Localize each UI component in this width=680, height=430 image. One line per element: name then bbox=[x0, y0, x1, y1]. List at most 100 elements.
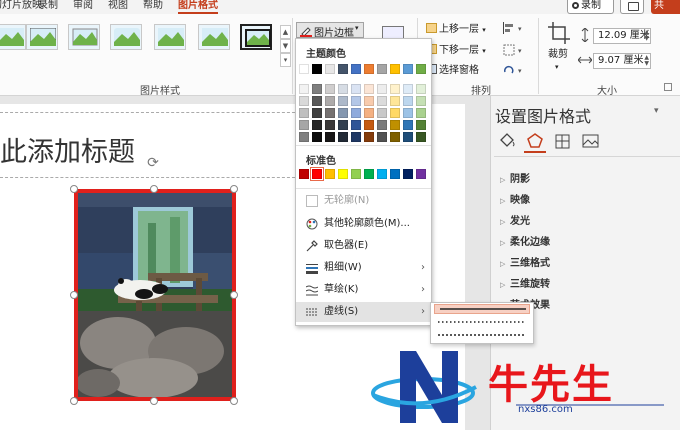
theme-shade-swatch[interactable] bbox=[312, 132, 322, 142]
size-launcher-icon[interactable] bbox=[664, 83, 672, 91]
align-button[interactable]: ▾ bbox=[503, 22, 525, 38]
theme-color-swatch[interactable] bbox=[403, 64, 413, 74]
theme-shade-swatch[interactable] bbox=[351, 84, 361, 94]
theme-shade-swatch[interactable] bbox=[312, 84, 322, 94]
selection-pane-button[interactable]: 选择窗格 bbox=[426, 64, 479, 77]
tab-picture-format[interactable]: 图片格式 bbox=[178, 0, 218, 14]
theme-shade-swatch[interactable] bbox=[403, 108, 413, 118]
eyedropper-item[interactable]: 取色器(E) bbox=[296, 236, 431, 256]
share-button[interactable]: 共 bbox=[651, 0, 680, 14]
theme-shade-swatch[interactable] bbox=[377, 108, 387, 118]
rotate-button[interactable]: ▾ bbox=[503, 64, 525, 80]
theme-shade-swatch[interactable] bbox=[390, 120, 400, 130]
theme-color-swatch[interactable] bbox=[299, 64, 309, 74]
theme-shade-swatch[interactable] bbox=[325, 84, 335, 94]
picture-style-4[interactable] bbox=[110, 24, 142, 50]
crop-icon[interactable] bbox=[548, 22, 570, 44]
height-spinner[interactable]: ▲ ▼ bbox=[644, 30, 649, 42]
tab-view[interactable]: 视图 bbox=[108, 0, 128, 14]
theme-shade-swatch[interactable] bbox=[416, 84, 426, 94]
theme-shade-swatch[interactable] bbox=[377, 132, 387, 142]
theme-shade-swatch[interactable] bbox=[325, 108, 335, 118]
chevron-down-icon[interactable]: ▾ bbox=[555, 61, 559, 73]
resize-handle-top[interactable] bbox=[150, 185, 158, 193]
theme-shade-swatch[interactable] bbox=[338, 120, 348, 130]
resize-handle-bottom-right[interactable] bbox=[230, 397, 238, 405]
theme-shade-swatch[interactable] bbox=[299, 96, 309, 106]
group-objects-button[interactable]: ▾ bbox=[503, 44, 525, 60]
record-button[interactable]: 录制 bbox=[567, 0, 614, 14]
section-glow[interactable]: ▷ 发光 bbox=[500, 212, 530, 227]
section-shadow[interactable]: ▷ 阴影 bbox=[500, 170, 530, 185]
theme-color-swatch[interactable] bbox=[377, 64, 387, 74]
picture-tab[interactable] bbox=[580, 131, 602, 153]
picture-style-7-selected[interactable] bbox=[240, 24, 272, 50]
dashes-item[interactable]: 虚线(S) › bbox=[296, 302, 431, 322]
resize-handle-left[interactable] bbox=[70, 291, 78, 299]
theme-shade-swatch[interactable] bbox=[312, 96, 322, 106]
standard-color-swatch[interactable] bbox=[325, 169, 335, 179]
theme-shade-swatch[interactable] bbox=[312, 120, 322, 130]
gallery-more-icon[interactable]: ▾ bbox=[280, 53, 291, 67]
comments-button[interactable] bbox=[620, 0, 644, 14]
theme-color-swatch[interactable] bbox=[390, 64, 400, 74]
standard-color-swatch[interactable] bbox=[390, 169, 400, 179]
theme-shade-swatch[interactable] bbox=[403, 84, 413, 94]
more-outline-colors-item[interactable]: 其他轮廓颜色(M)... bbox=[296, 214, 431, 234]
standard-color-swatch[interactable] bbox=[299, 169, 309, 179]
size-properties-tab[interactable] bbox=[552, 131, 574, 153]
section-reflection[interactable]: ▷ 映像 bbox=[500, 191, 530, 206]
theme-shade-swatch[interactable] bbox=[416, 120, 426, 130]
theme-shade-swatch[interactable] bbox=[364, 96, 374, 106]
resize-handle-right[interactable] bbox=[230, 291, 238, 299]
theme-shade-swatch[interactable] bbox=[299, 108, 309, 118]
fill-line-tab[interactable] bbox=[496, 131, 518, 153]
section-3d-rotation[interactable]: ▷ 三维旋转 bbox=[500, 275, 550, 290]
theme-color-swatch[interactable] bbox=[325, 64, 335, 74]
theme-shade-swatch[interactable] bbox=[390, 108, 400, 118]
theme-color-swatch[interactable] bbox=[416, 64, 426, 74]
section-soft-edges[interactable]: ▷ 柔化边缘 bbox=[500, 233, 550, 248]
theme-shade-swatch[interactable] bbox=[390, 84, 400, 94]
height-field[interactable]: 12.09 厘米 ▲ ▼ bbox=[593, 28, 651, 44]
tab-review[interactable]: 审阅 bbox=[73, 0, 93, 14]
theme-shade-swatch[interactable] bbox=[351, 120, 361, 130]
theme-shade-swatch[interactable] bbox=[325, 132, 335, 142]
picture-border-button[interactable]: 图片边框 ▾ bbox=[296, 22, 364, 39]
theme-shade-swatch[interactable] bbox=[351, 132, 361, 142]
theme-shade-swatch[interactable] bbox=[338, 108, 348, 118]
theme-shade-swatch[interactable] bbox=[403, 120, 413, 130]
picture-style-6[interactable] bbox=[198, 24, 230, 50]
picture-style-2[interactable] bbox=[26, 24, 58, 50]
standard-color-swatch[interactable] bbox=[416, 169, 426, 179]
sketch-item[interactable]: 草绘(K) › bbox=[296, 280, 431, 300]
theme-color-swatch[interactable] bbox=[364, 64, 374, 74]
theme-shade-swatch[interactable] bbox=[338, 84, 348, 94]
pane-options-icon[interactable]: ▾ bbox=[654, 106, 659, 116]
theme-shade-swatch[interactable] bbox=[312, 108, 322, 118]
theme-shade-swatch[interactable] bbox=[390, 132, 400, 142]
resize-handle-top-left[interactable] bbox=[70, 185, 78, 193]
bring-forward-button[interactable]: 上移一层 ▾ bbox=[426, 23, 486, 36]
theme-color-swatch[interactable] bbox=[312, 64, 322, 74]
tab-slideshow[interactable]: 幻灯片放映 bbox=[0, 0, 42, 14]
gallery-down-icon[interactable]: ▼ bbox=[280, 39, 291, 53]
resize-handle-top-right[interactable] bbox=[230, 185, 238, 193]
theme-color-swatch[interactable] bbox=[338, 64, 348, 74]
theme-shade-swatch[interactable] bbox=[351, 108, 361, 118]
theme-shade-swatch[interactable] bbox=[338, 132, 348, 142]
theme-shade-swatch[interactable] bbox=[299, 120, 309, 130]
resize-handle-bottom[interactable] bbox=[150, 397, 158, 405]
theme-shade-swatch[interactable] bbox=[364, 84, 374, 94]
theme-shade-swatch[interactable] bbox=[364, 132, 374, 142]
theme-shade-swatch[interactable] bbox=[416, 108, 426, 118]
standard-color-swatch[interactable] bbox=[310, 167, 324, 181]
theme-shade-swatch[interactable] bbox=[416, 132, 426, 142]
no-outline-item[interactable]: 无轮廓(N) bbox=[296, 191, 431, 211]
theme-shade-swatch[interactable] bbox=[364, 108, 374, 118]
send-backward-button[interactable]: 下移一层 ▾ bbox=[426, 44, 486, 57]
dash-round-dot-option[interactable] bbox=[434, 317, 530, 327]
picture-style-3[interactable] bbox=[68, 24, 100, 50]
gallery-scroll[interactable]: ▲ ▼ ▾ bbox=[280, 25, 291, 69]
selected-picture[interactable] bbox=[74, 189, 236, 401]
